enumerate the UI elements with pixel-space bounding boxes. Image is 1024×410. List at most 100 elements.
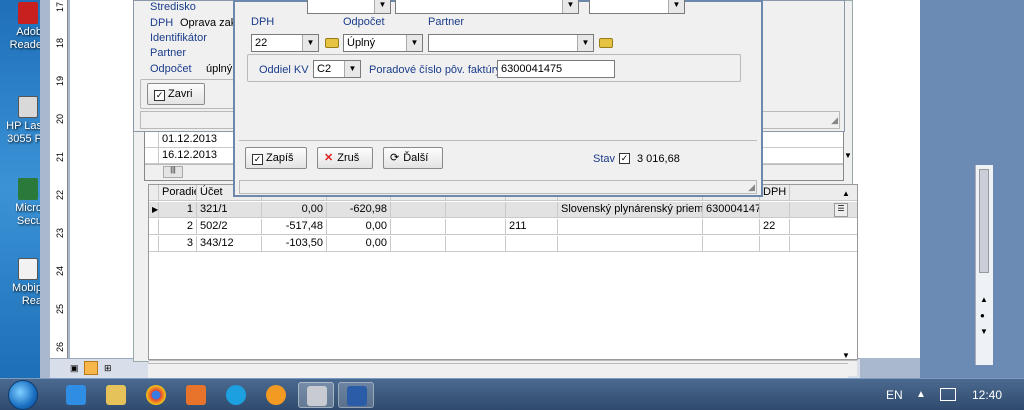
ruler-number: 24: [55, 266, 65, 277]
resize-grip-icon[interactable]: ◢: [831, 115, 838, 126]
desktop-icon-label: Mobip Rea: [12, 282, 42, 307]
next-button[interactable]: ⟳ Ďalší: [383, 147, 443, 169]
field-label-odpocet: Odpočet: [150, 63, 192, 75]
view-web-layout-icon[interactable]: ⊞: [104, 363, 112, 374]
ruler-number: 23: [55, 228, 65, 239]
right-background-panel: [920, 0, 1024, 378]
oddiel-kv-select[interactable]: C2 ▼: [313, 60, 361, 78]
skype-icon: [226, 385, 246, 405]
ruler-number: 22: [55, 190, 65, 201]
chevron-down-icon: ▼: [344, 61, 360, 77]
language-indicator[interactable]: EN: [886, 388, 903, 402]
taskbar-chrome[interactable]: [138, 382, 174, 408]
chevron-down-icon: ▼: [577, 35, 593, 51]
dph-select[interactable]: 22 ▼: [251, 34, 319, 52]
column-header[interactable]: Poradie: [159, 185, 197, 201]
desktop-icon-hp-printer[interactable]: HP Las 3055 P: [0, 96, 42, 146]
table-row[interactable]: 3 343/12 -103,50 0,00: [149, 236, 857, 252]
scrollbar-thumb[interactable]: [979, 169, 989, 273]
taskbar-accounting-app[interactable]: [298, 382, 334, 408]
app-icon: [266, 385, 286, 405]
document-vertical-scrollbar[interactable]: ▲ ● ▼: [975, 165, 993, 365]
cancel-button[interactable]: ✕ Zruš: [317, 147, 373, 169]
table-row[interactable]: 2 502/2 -517,48 0,00 211 22: [149, 219, 857, 235]
stav-checkbox[interactable]: ✓: [619, 153, 630, 164]
scroll-down-icon[interactable]: ▼: [844, 151, 852, 160]
start-button[interactable]: [8, 380, 38, 410]
field-value-odpocet: úplný: [206, 63, 233, 75]
chevron-down-icon: ▼: [668, 0, 684, 13]
scroll-up-icon[interactable]: ▲: [842, 189, 850, 198]
arrow-down-icon[interactable]: ▼: [980, 327, 988, 336]
odpocet-select[interactable]: Úplný ▼: [343, 34, 423, 52]
shield-icon: [18, 178, 38, 200]
media-player-icon: [186, 385, 206, 405]
ruler-number: 25: [55, 304, 65, 315]
status-bar: [239, 180, 757, 194]
taskbar-media-player[interactable]: [178, 382, 214, 408]
taskbar-explorer[interactable]: [98, 382, 134, 408]
view-full-screen-icon[interactable]: [84, 361, 98, 375]
chevron-down-icon: ▼: [302, 35, 318, 51]
desktop-icon-label: Adob Reade: [9, 26, 42, 51]
folder-icon[interactable]: [599, 38, 613, 48]
view-print-layout-icon[interactable]: ▣: [70, 363, 79, 374]
word-icon: [347, 386, 367, 406]
printer-icon: [18, 96, 38, 118]
arrow-up-icon[interactable]: ▲: [980, 295, 988, 304]
taskbar-word[interactable]: [338, 382, 374, 408]
column-chooser-icon[interactable]: ☰: [834, 203, 848, 217]
bottom-horizontal-scrollbar[interactable]: [148, 363, 848, 379]
scroll-down-icon[interactable]: ▼: [842, 351, 850, 360]
field-label-dph: DPH: [150, 17, 174, 29]
close-icon: ✕: [324, 152, 334, 164]
ruler-number: 18: [55, 38, 65, 49]
oddiel-kv-label: Oddiel KV: [259, 64, 309, 76]
field-label-stredisko: Stredisko: [150, 1, 196, 13]
ruler-number: 19: [55, 76, 65, 87]
dph-label: DPH: [251, 16, 275, 28]
field-label-partner: Partner: [150, 47, 187, 59]
check-icon: ✓: [154, 90, 165, 101]
column-header[interactable]: DPH: [760, 185, 790, 201]
taskbar-internet-explorer[interactable]: [58, 382, 94, 408]
resize-grip-icon[interactable]: ◢: [748, 182, 755, 193]
partner-select[interactable]: ▼: [428, 34, 594, 52]
divider: [239, 140, 757, 141]
next-record-icon: ⟳: [390, 152, 400, 164]
partner-label: Partner: [428, 16, 465, 28]
ruler-number: 17: [55, 2, 65, 13]
ruler-number: 26: [55, 342, 65, 353]
network-icon[interactable]: [940, 388, 956, 401]
select-browse-object-icon[interactable]: ●: [980, 311, 985, 320]
desktop-icon-microsoft-security[interactable]: Micro Secu: [0, 178, 42, 228]
show-hidden-icons-icon[interactable]: ▲: [916, 389, 926, 400]
ruler-number: 21: [55, 152, 65, 163]
taskbar-skype[interactable]: [218, 382, 254, 408]
clock[interactable]: 12:40: [972, 388, 1002, 402]
save-button[interactable]: ✓ Zapíš: [245, 147, 307, 169]
table-row[interactable]: ▶ 1 321/1 0,00 -620,98 Slovenský plynáre…: [149, 202, 857, 218]
poradove-cislo-label: Poradové číslo pôv. faktúry: [369, 64, 501, 76]
stav-amount: 3 016,68: [637, 153, 680, 165]
date-cell: 01.12.2013: [159, 132, 239, 148]
poradove-cislo-input[interactable]: 6300041475: [497, 60, 615, 78]
chevron-down-icon: ▼: [562, 0, 578, 13]
folder-icon[interactable]: [325, 38, 339, 48]
internet-explorer-icon: [66, 385, 86, 405]
check-icon: ✓: [252, 154, 263, 165]
dph-dialog: ▼ ▼ ▼ DPH 22 ▼ Odpočet Úplný ▼ Partner ▼…: [233, 0, 763, 197]
folder-icon: [106, 385, 126, 405]
shortcut-icon: [18, 258, 38, 280]
close-button[interactable]: ✓ Zavri: [147, 83, 205, 105]
adobe-reader-icon: [18, 2, 38, 24]
chevron-down-icon: ▼: [406, 35, 422, 51]
desktop-icon-label: Micro Secu: [15, 202, 42, 227]
accounting-app-icon: [307, 386, 327, 406]
field-value-dph: Oprava zakl: [180, 17, 239, 29]
chevron-down-icon: ▼: [374, 0, 390, 13]
scrollbar-thumb[interactable]: |||: [163, 166, 183, 178]
desktop-icon-mobipocket[interactable]: Mobip Rea: [0, 258, 42, 308]
desktop-icon-adobe-reader[interactable]: Adob Reade: [0, 2, 42, 52]
taskbar-app[interactable]: [258, 382, 294, 408]
